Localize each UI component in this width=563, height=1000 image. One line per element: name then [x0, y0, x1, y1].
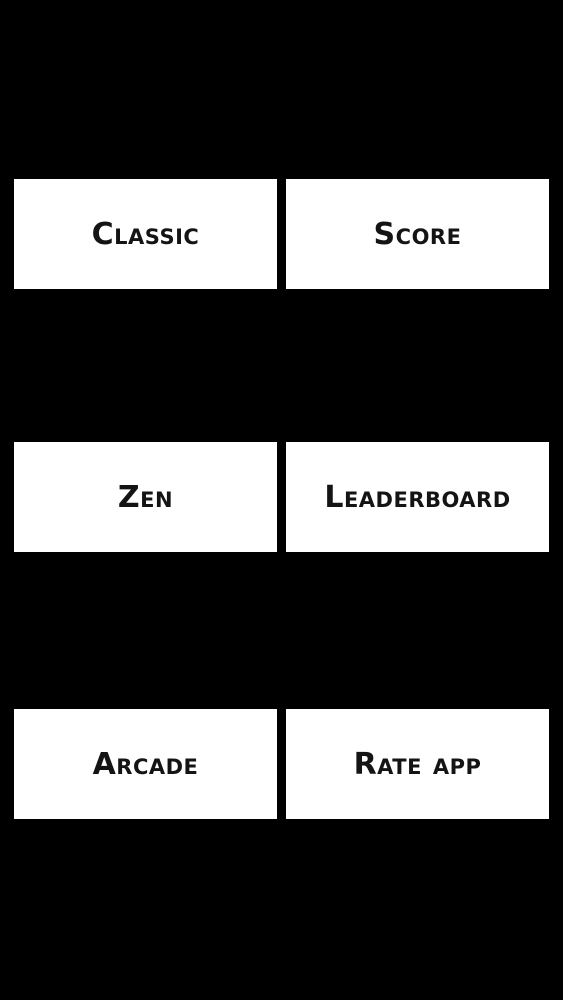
- arcade-button[interactable]: Arcade: [14, 709, 277, 819]
- classic-button[interactable]: Classic: [14, 179, 277, 289]
- score-label: Score: [373, 216, 462, 252]
- classic-label: Classic: [91, 216, 200, 252]
- zen-label: Zen: [117, 479, 174, 515]
- zen-button[interactable]: Zen: [14, 442, 277, 552]
- main-menu: Classic Score Zen Leaderboard Arcade Rat…: [0, 0, 563, 1000]
- arcade-label: Arcade: [92, 746, 199, 782]
- score-button[interactable]: Score: [286, 179, 549, 289]
- leaderboard-button[interactable]: Leaderboard: [286, 442, 549, 552]
- leaderboard-label: Leaderboard: [324, 479, 511, 515]
- rate-app-label: Rate app: [353, 746, 482, 782]
- rate-app-button[interactable]: Rate app: [286, 709, 549, 819]
